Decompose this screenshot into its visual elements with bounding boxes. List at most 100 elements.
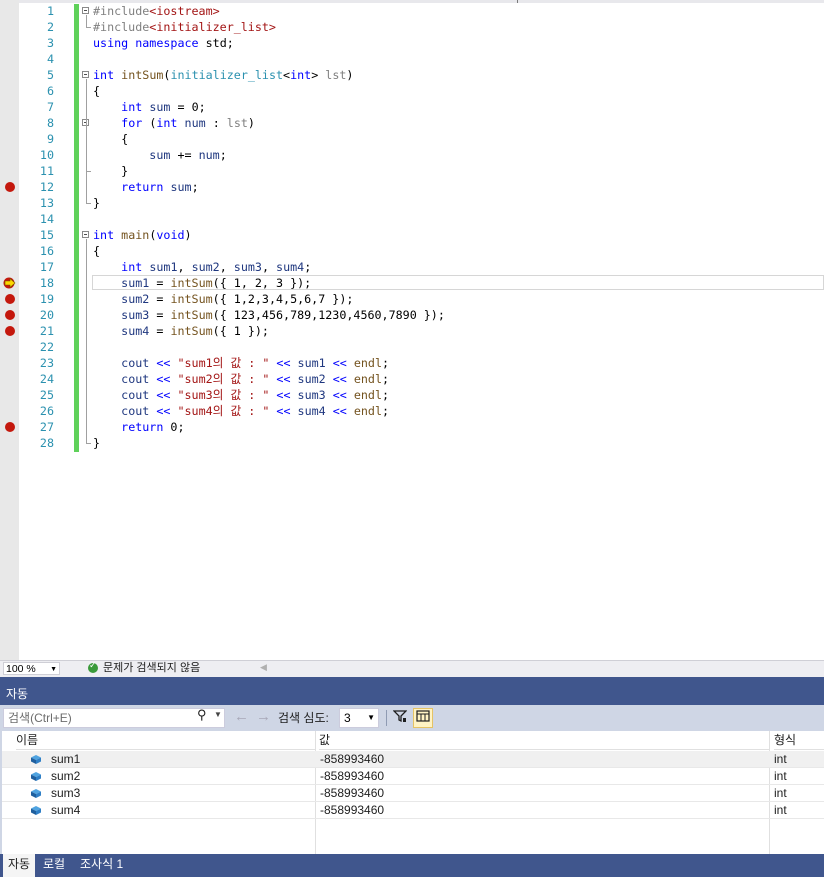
debug-window-tabs: 자동 로컬 조사식 1	[0, 854, 824, 877]
check-circle-icon	[88, 660, 98, 673]
code-text: cout << "sum2의 값 : " << sum2 << endl;	[121, 372, 390, 386]
code-line[interactable]: 7 int sum = 0;	[0, 99, 824, 115]
code-line[interactable]: 11 }	[0, 163, 824, 179]
breakpoint-icon[interactable]	[5, 326, 15, 336]
chevron-down-icon[interactable]: ▼	[214, 707, 222, 723]
variable-row[interactable]: sum4 -858993460 int	[2, 802, 824, 819]
variable-row[interactable]: sum3 -858993460 int	[2, 785, 824, 802]
code-line[interactable]: 24 cout << "sum2의 값 : " << sum2 << endl;	[0, 371, 824, 387]
breakpoint-icon[interactable]	[5, 294, 15, 304]
code-line[interactable]: 14	[0, 211, 824, 227]
line-number: 7	[46, 100, 54, 114]
search-input[interactable]: 검색(Ctrl+E)	[3, 708, 225, 728]
forward-arrow-icon[interactable]: →	[256, 709, 271, 725]
code-line[interactable]: 17 int sum1, sum2, sum3, sum4;	[0, 259, 824, 275]
code-editor[interactable]: 1 #include<iostream> 2 #include<initializer…	[0, 0, 824, 660]
search-depth-label: 검색 심도:	[278, 711, 329, 725]
tab-auto[interactable]: 자동	[3, 854, 36, 877]
code-text: #include<iostream>	[93, 4, 220, 18]
code-text: sum4 = intSum({ 1 });	[121, 324, 269, 338]
variable-value[interactable]: -858993460	[320, 785, 384, 802]
outline-guide-end	[86, 171, 91, 172]
zoom-select[interactable]: 100 % ▼	[3, 662, 60, 675]
outline-guide-end	[86, 27, 91, 28]
code-line[interactable]: 15 int main(void)	[0, 227, 824, 243]
chevron-down-icon: ▼	[367, 713, 375, 722]
variable-icon	[31, 755, 41, 764]
variable-type: int	[774, 752, 787, 766]
variable-value[interactable]: -858993460	[320, 802, 384, 819]
code-line[interactable]: 8 for (int num : lst)	[0, 115, 824, 131]
variable-value[interactable]: -858993460	[320, 751, 384, 768]
code-line[interactable]: 5 int intSum(initializer_list<int> lst)	[0, 67, 824, 83]
breakpoint-icon[interactable]	[5, 310, 15, 320]
code-line[interactable]: 22	[0, 339, 824, 355]
toolbar-separator	[386, 710, 387, 726]
code-line[interactable]: 2 #include<initializer_list>	[0, 19, 824, 35]
variable-name: sum2	[51, 769, 81, 783]
code-text: cout << "sum4의 값 : " << sum4 << endl;	[121, 404, 390, 418]
code-line[interactable]: 18 sum1 = intSum({ 1, 2, 3 });	[0, 275, 824, 291]
view-options-icon[interactable]	[413, 708, 433, 728]
collapse-toggle-icon[interactable]	[82, 231, 89, 238]
back-arrow-icon[interactable]: ←	[234, 709, 249, 725]
issues-status-text[interactable]: 문제가 검색되지 않음	[103, 661, 200, 676]
line-number: 6	[46, 84, 54, 98]
code-text: }	[93, 164, 129, 178]
line-number: 14	[39, 212, 54, 226]
pin-filter-icon[interactable]	[391, 709, 409, 727]
tab-watch-1[interactable]: 조사식 1	[75, 854, 128, 874]
line-number: 11	[39, 164, 54, 178]
collapse-toggle-icon[interactable]	[82, 7, 89, 14]
column-header-name[interactable]: 이름	[16, 731, 316, 750]
code-line[interactable]: 16 {	[0, 243, 824, 259]
code-line[interactable]: 25 cout << "sum3의 값 : " << sum3 << endl;	[0, 387, 824, 403]
code-line[interactable]: 23 cout << "sum1의 값 : " << sum1 << endl;	[0, 355, 824, 371]
column-header-value[interactable]: 값	[319, 731, 769, 750]
search-depth-select[interactable]: 3 ▼	[339, 708, 379, 728]
code-line[interactable]: 21 sum4 = intSum({ 1 });	[0, 323, 824, 339]
code-line[interactable]: 20 sum3 = intSum({ 123,456,789,1230,4560…	[0, 307, 824, 323]
line-number: 9	[46, 132, 54, 146]
code-text: int main(void)	[93, 228, 192, 242]
code-text: sum += num;	[149, 148, 227, 162]
code-line[interactable]: 3 using namespace std;	[0, 35, 824, 51]
line-number: 8	[46, 116, 54, 130]
code-line[interactable]: 28}	[0, 435, 824, 451]
breakpoint-icon[interactable]	[5, 422, 15, 432]
column-header-type[interactable]: 형식	[774, 731, 824, 750]
variable-row[interactable]: sum2 -858993460 int	[2, 768, 824, 785]
code-line[interactable]: 12 return sum;	[0, 179, 824, 195]
line-number: 5	[46, 68, 54, 82]
code-text: int sum = 0;	[121, 100, 206, 114]
code-line[interactable]: 26 cout << "sum4의 값 : " << sum4 << endl;	[0, 403, 824, 419]
code-line[interactable]: 1 #include<iostream>	[0, 3, 824, 19]
code-line[interactable]: 10 sum += num;	[0, 147, 824, 163]
scroll-left-icon[interactable]: ◀	[260, 662, 267, 673]
code-text: for (int num : lst)	[121, 116, 255, 130]
code-text: {	[93, 84, 101, 98]
panel-divider	[0, 677, 824, 684]
outline-guide	[86, 127, 87, 171]
code-line[interactable]: 4	[0, 51, 824, 67]
code-line[interactable]: 19 sum2 = intSum({ 1,2,3,4,5,6,7 });	[0, 291, 824, 307]
auto-window-toolbar: 검색(Ctrl+E) ⚲ ▼ ← → 검색 심도: 3 ▼	[0, 705, 824, 731]
collapse-toggle-icon[interactable]	[82, 71, 89, 78]
line-number: 21	[39, 324, 54, 338]
code-text: {	[93, 132, 129, 146]
tab-locals[interactable]: 로컬	[38, 854, 70, 874]
code-line[interactable]: 6{	[0, 83, 824, 99]
variable-row[interactable]: sum1 -858993460 int	[2, 751, 824, 768]
code-text: cout << "sum1의 값 : " << sum1 << endl;	[121, 356, 390, 370]
code-line[interactable]: 13}	[0, 195, 824, 211]
line-number: 19	[39, 292, 54, 306]
outline-guide-end	[86, 443, 91, 444]
variable-value[interactable]: -858993460	[320, 768, 384, 785]
code-line[interactable]: 9 {	[0, 131, 824, 147]
code-text: sum2 = intSum({ 1,2,3,4,5,6,7 });	[121, 292, 354, 306]
search-icon[interactable]: ⚲	[197, 707, 213, 723]
line-number: 2	[46, 20, 54, 34]
breakpoint-icon[interactable]	[5, 182, 15, 192]
code-line[interactable]: 27 return 0;	[0, 419, 824, 435]
breakpoint-current-arrow-icon[interactable]	[3, 277, 17, 289]
